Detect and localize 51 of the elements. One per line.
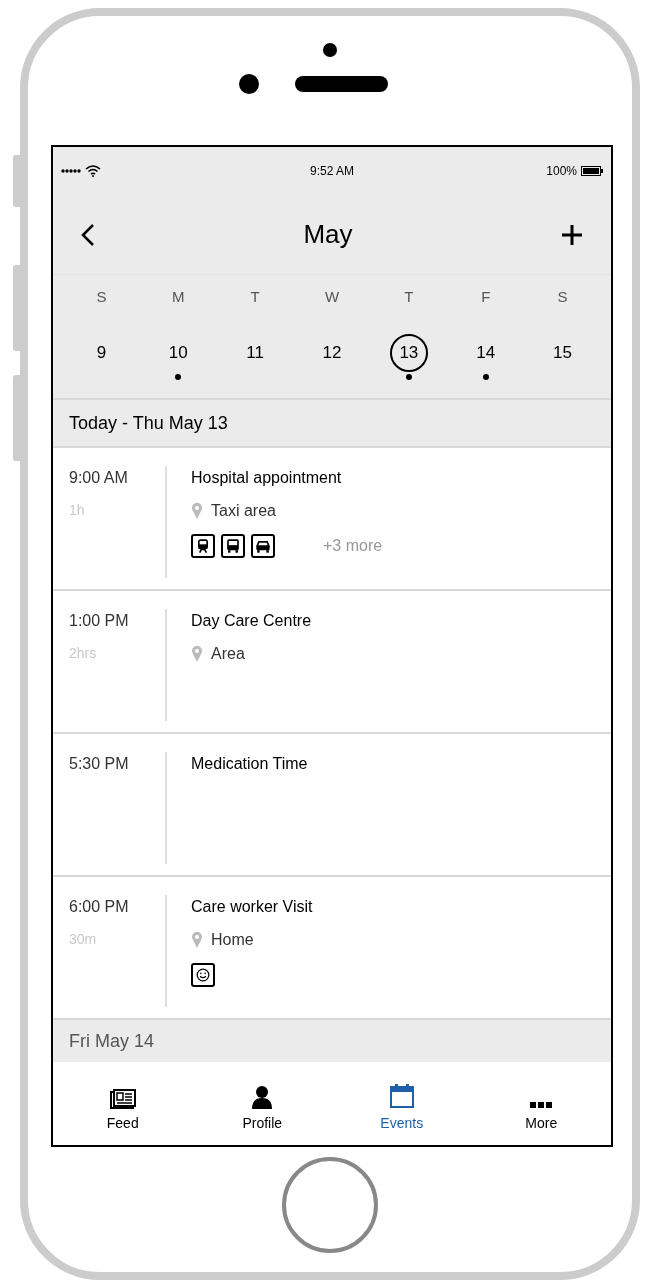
event-location: Home: [211, 930, 254, 950]
event-title[interactable]: Day Care Centre: [191, 609, 312, 633]
event-location: Taxi area: [211, 501, 276, 521]
car-icon: [251, 534, 275, 558]
date-number[interactable]: 9: [82, 334, 121, 372]
day-header: Fri May 14: [53, 1020, 611, 1062]
tab-item[interactable]: Events: [332, 1073, 472, 1134]
more-icon: [529, 1100, 554, 1109]
date-number[interactable]: 11: [236, 334, 275, 372]
status-time: 9:52 AM: [310, 163, 354, 180]
weekday-label: M: [172, 287, 185, 308]
back-icon[interactable]: [81, 222, 95, 247]
train-icon: [191, 534, 215, 558]
day-header: Today - Thu May 13: [53, 398, 611, 448]
event-title[interactable]: Care worker Visit: [191, 895, 313, 919]
home-button[interactable]: [282, 1156, 378, 1253]
weekday-label: W: [324, 287, 340, 308]
weekday-label: T: [404, 287, 414, 308]
event-time: 5:30 PM: [69, 754, 130, 774]
signal-icon: [61, 169, 81, 173]
event-time: 6:00 PM: [69, 897, 130, 917]
smiley-icon: [191, 963, 215, 987]
bus-icon: [221, 534, 245, 558]
tab-item[interactable]: Profile: [192, 1073, 332, 1134]
tab-item[interactable]: Feed: [53, 1073, 193, 1134]
event-time: 1:00 PM: [69, 611, 130, 631]
location-pin-icon: [191, 645, 203, 663]
month-title: May: [303, 218, 353, 251]
date-number[interactable]: 13: [389, 334, 428, 372]
weekday-label: F: [481, 287, 491, 308]
weekday-label: S: [557, 287, 568, 308]
location-pin-icon: [191, 931, 203, 949]
event-title[interactable]: Hospital appointment: [191, 466, 383, 490]
date-number[interactable]: 12: [313, 334, 351, 372]
battery-icon: [581, 166, 603, 176]
wifi-icon: [85, 165, 101, 177]
date-number[interactable]: 10: [159, 334, 198, 372]
tab-item[interactable]: More: [471, 1073, 611, 1134]
event-title[interactable]: Medication Time: [191, 752, 308, 776]
event-time: 9:00 AM: [69, 468, 129, 488]
person-icon: [251, 1084, 274, 1109]
calendar-icon: [388, 1082, 415, 1109]
weekday-label: S: [96, 287, 107, 308]
battery-percent: 100%: [546, 163, 577, 180]
location-pin-icon: [191, 502, 203, 520]
date-number[interactable]: 15: [543, 334, 582, 372]
date-number[interactable]: 14: [466, 334, 505, 372]
event-location: Area: [211, 644, 245, 664]
weekday-label: T: [250, 287, 260, 308]
newspaper-icon: [109, 1088, 136, 1109]
add-icon[interactable]: [561, 223, 583, 246]
